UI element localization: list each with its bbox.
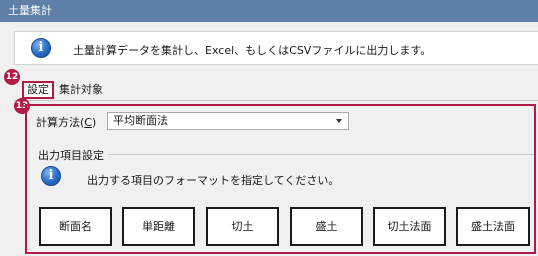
calc-method-label-prefix: 計算方法( xyxy=(36,116,85,129)
dialog-window: 土量集計 i 土量計算データを集計し、Excel、もしくはCSVファイルに出力し… xyxy=(0,0,538,256)
tab-strip-divider xyxy=(14,100,538,101)
output-settings-group-label: 出力項目設定 xyxy=(38,147,107,163)
tab-settings[interactable]: 設定 xyxy=(22,81,54,99)
output-settings-group-border xyxy=(108,154,534,155)
calc-method-value: 平均断面法 xyxy=(113,114,168,127)
calc-method-label-suffix: ) xyxy=(91,116,97,129)
calc-method-label-accesskey: C xyxy=(84,116,92,129)
info-icon: i xyxy=(41,166,61,186)
title-bar: 土量集計 xyxy=(0,0,538,22)
fill-slope-button[interactable]: 盛土法面 xyxy=(456,207,530,246)
banner-message: 土量計算データを集計し、Excel、もしくはCSVファイルに出力します。 xyxy=(73,44,432,57)
single-distance-button[interactable]: 単距離 xyxy=(122,207,195,246)
callout-badge-12: 12 xyxy=(4,69,20,85)
calc-method-select[interactable]: 平均断面法 xyxy=(107,112,349,130)
tab-aggregation-target[interactable]: 集計対象 xyxy=(59,83,103,97)
calc-method-label: 計算方法(C) xyxy=(36,114,96,130)
fill-button[interactable]: 盛土 xyxy=(290,207,363,246)
section-name-button[interactable]: 断面名 xyxy=(39,207,112,246)
cut-slope-button[interactable]: 切土法面 xyxy=(373,207,446,246)
chevron-down-icon xyxy=(336,119,342,123)
output-settings-message: 出力する項目のフォーマットを指定してください。 xyxy=(87,174,340,187)
cut-button[interactable]: 切土 xyxy=(206,207,279,246)
info-banner: i 土量計算データを集計し、Excel、もしくはCSVファイルに出力します。 xyxy=(14,31,538,65)
info-icon: i xyxy=(31,38,51,58)
